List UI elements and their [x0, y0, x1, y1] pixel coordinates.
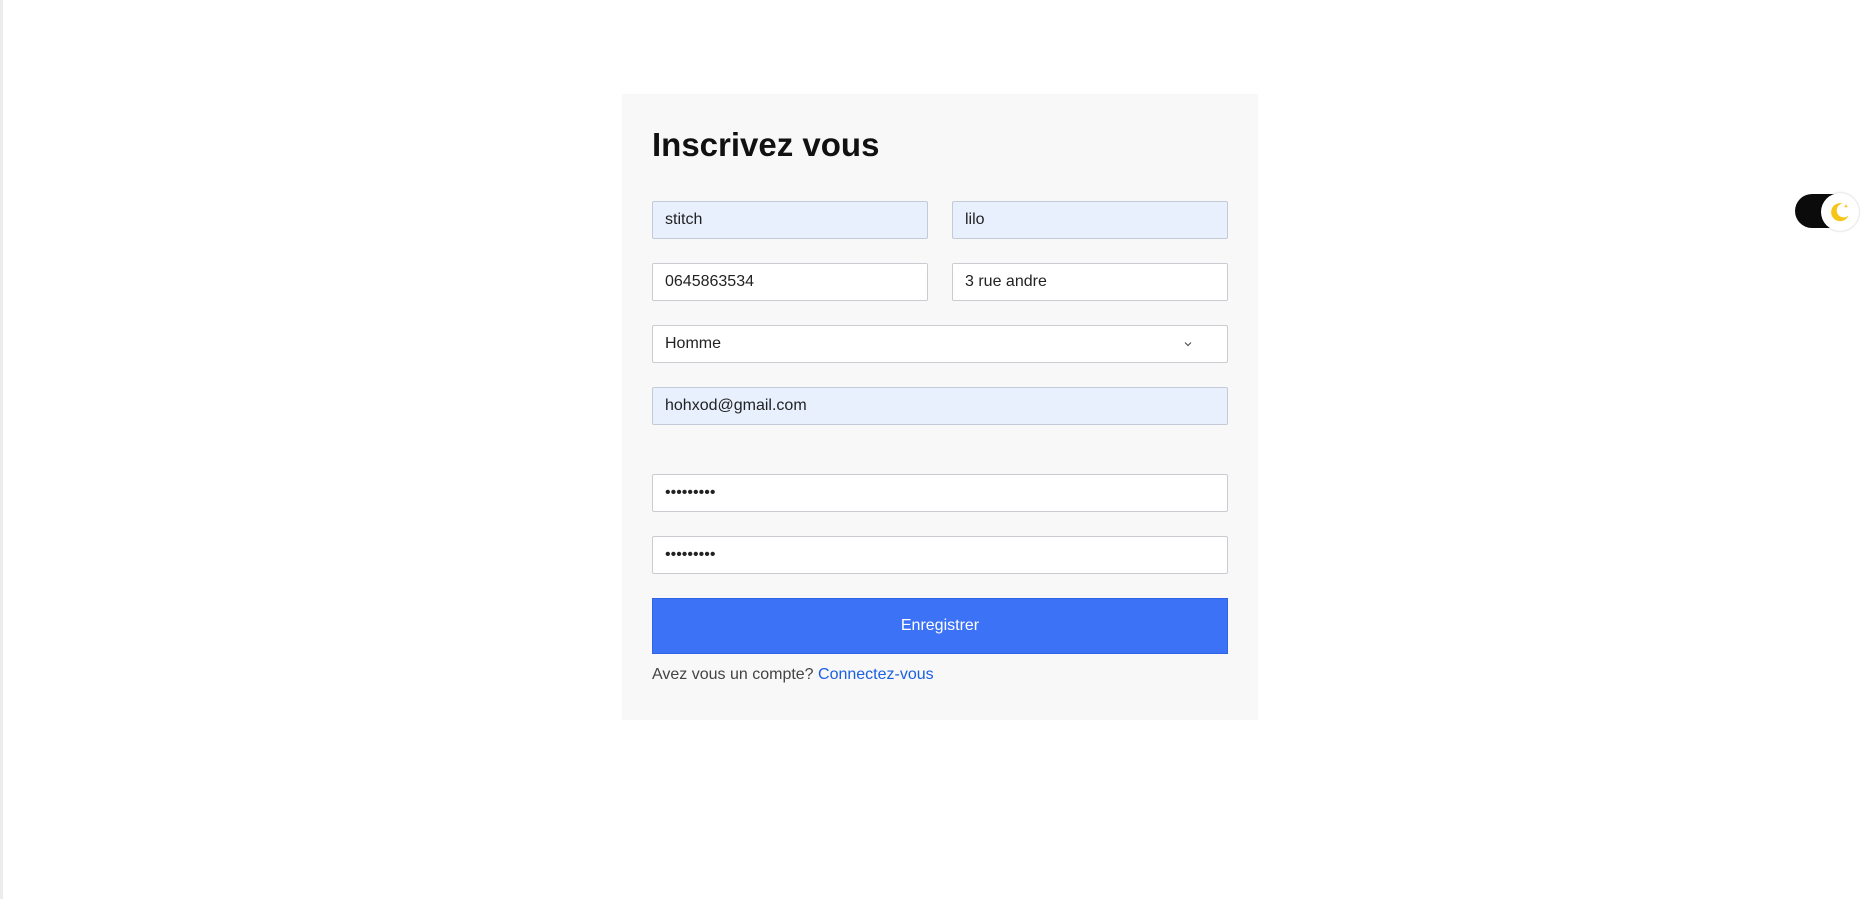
theme-toggle[interactable]	[1795, 193, 1861, 231]
theme-toggle-knob	[1821, 193, 1859, 231]
signup-card: Inscrivez vous Homme Enregistrer Avez vo…	[622, 94, 1258, 720]
login-link[interactable]: Connectez-vous	[818, 666, 934, 683]
gender-select-value: Homme	[665, 335, 722, 352]
login-prompt: Avez vous un compte? Connectez-vous	[652, 666, 934, 684]
password-confirm-field[interactable]	[652, 536, 1228, 574]
page-left-border	[0, 0, 3, 899]
chevron-down-icon	[1184, 342, 1192, 347]
login-prompt-text: Avez vous un compte?	[652, 666, 814, 683]
email-field[interactable]	[652, 387, 1228, 425]
first-name-field[interactable]	[952, 201, 1228, 239]
password-field[interactable]	[652, 474, 1228, 512]
last-name-field[interactable]	[652, 201, 928, 239]
gender-select[interactable]: Homme	[652, 325, 1228, 363]
moon-icon	[1831, 203, 1849, 222]
page-title: Inscrivez vous	[652, 126, 880, 163]
phone-field[interactable]	[652, 263, 928, 301]
address-field[interactable]	[952, 263, 1228, 301]
register-button[interactable]: Enregistrer	[652, 598, 1228, 654]
